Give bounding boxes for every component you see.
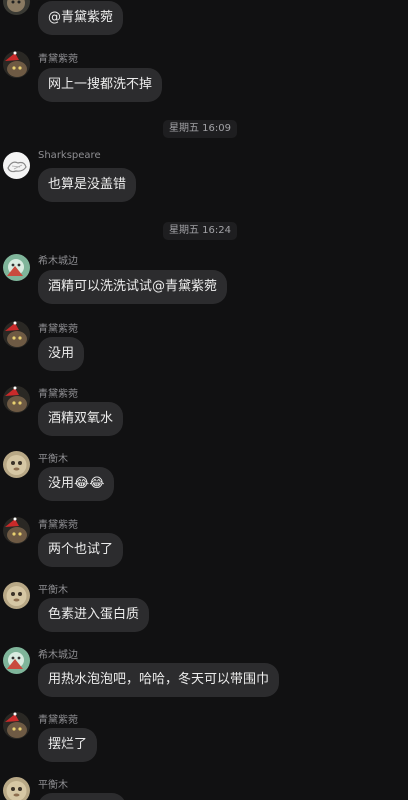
- message-bubble[interactable]: 酒精可以洗洗试试@青黛紫菀: [38, 270, 228, 304]
- message-bubble[interactable]: @青黛紫菀: [38, 1, 124, 35]
- timestamp-divider: 星期五 16:24: [163, 222, 237, 240]
- round-creature-avatar-icon: [3, 582, 30, 609]
- dark-cat-santa-hat-icon: [3, 51, 30, 78]
- avatar[interactable]: [3, 51, 30, 78]
- message-bubble[interactable]: 也算是没盖错: [38, 168, 137, 202]
- message-bubble[interactable]: 摆烂了: [38, 728, 98, 762]
- white-sketch-avatar-icon: [3, 152, 30, 179]
- green-cartoon-avatar-icon: [3, 254, 30, 281]
- sender-name: Sharkspeare: [38, 150, 101, 161]
- dark-cat-santa-hat-icon: [3, 321, 30, 348]
- sender-name: 青黛紫菀: [38, 715, 78, 726]
- message-bubble[interactable]: 网上一搜都洗不掉: [38, 68, 163, 102]
- message-bubble[interactable]: 色素进入蛋白质: [38, 598, 150, 632]
- sender-name: 青黛紫菀: [38, 520, 78, 531]
- avatar[interactable]: [3, 152, 30, 179]
- avatar[interactable]: [3, 712, 30, 739]
- avatar[interactable]: [3, 647, 30, 674]
- message-bubble[interactable]: 两个也试了: [38, 533, 124, 567]
- dark-cat-santa-hat-icon: [3, 517, 30, 544]
- avatar[interactable]: [3, 777, 30, 800]
- avatar[interactable]: [3, 254, 30, 281]
- round-creature-avatar-icon: [3, 451, 30, 478]
- sender-name: 青黛紫菀: [38, 54, 78, 65]
- green-cartoon-avatar-icon: [3, 647, 30, 674]
- timestamp-divider: 星期五 16:09: [163, 120, 237, 138]
- sender-name: 希木城边: [38, 256, 78, 267]
- sender-name: 平衡木: [38, 585, 68, 596]
- message-bubble[interactable]: 用热水泡泡吧，哈哈，冬天可以带围巾: [38, 663, 280, 697]
- message-bubble[interactable]: 没用: [38, 337, 85, 371]
- round-creature-avatar-icon: [3, 777, 30, 800]
- avatar[interactable]: [3, 386, 30, 413]
- sender-name: 希木城边: [38, 650, 78, 661]
- sender-name: 平衡木: [38, 780, 68, 791]
- sender-name: 青黛紫菀: [38, 324, 78, 335]
- dark-cat-santa-hat-icon: [3, 712, 30, 739]
- user-avatar-icon: [3, 0, 30, 15]
- sender-name: 青黛紫菀: [38, 389, 78, 400]
- avatar[interactable]: [3, 0, 30, 15]
- message-bubble[interactable]: [38, 793, 126, 800]
- chat-history[interactable]: @青黛紫菀 青黛紫菀 网上一搜都洗不掉 星期五 16:09 Sharkspear…: [0, 0, 408, 800]
- sender-name: 平衡木: [38, 454, 68, 465]
- avatar[interactable]: [3, 582, 30, 609]
- avatar[interactable]: [3, 321, 30, 348]
- message-bubble[interactable]: 酒精双氧水: [38, 402, 124, 436]
- dark-cat-santa-hat-icon: [3, 386, 30, 413]
- avatar[interactable]: [3, 451, 30, 478]
- message-bubble[interactable]: 没用😂😂: [38, 467, 115, 501]
- avatar[interactable]: [3, 517, 30, 544]
